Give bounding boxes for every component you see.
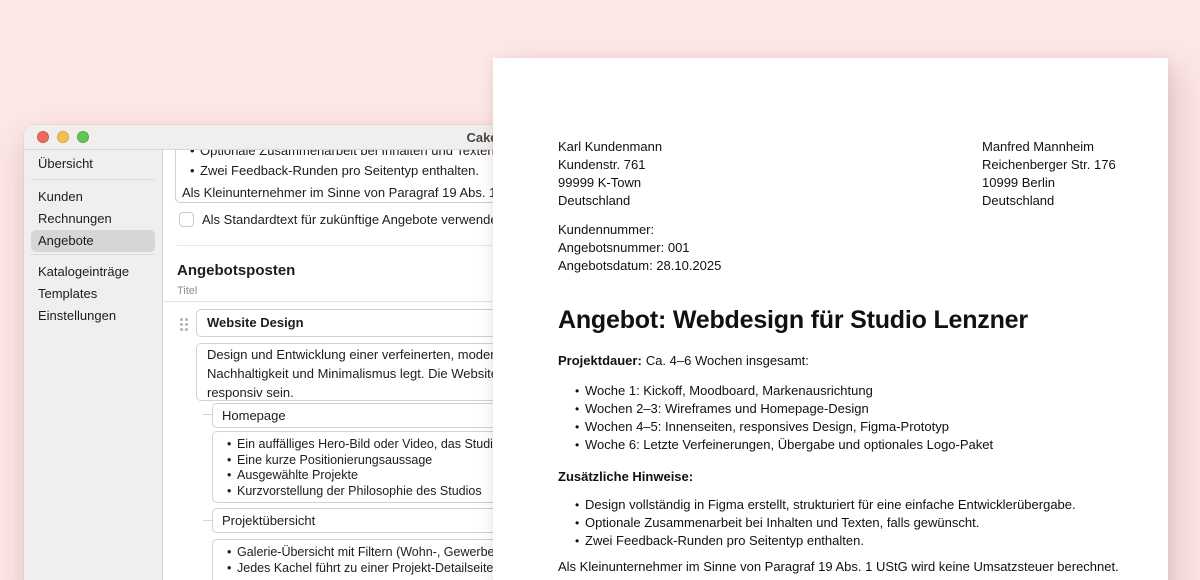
customer-number: Kundennummer: xyxy=(558,221,1118,239)
sidebar-item-einstellungen[interactable]: Einstellungen xyxy=(31,305,155,327)
additional-notes-heading: Zusätzliche Hinweise: xyxy=(558,468,1118,486)
notes-bullet: Optionale Zusammenarbeit bei Inhalten un… xyxy=(575,514,1118,532)
tree-connector xyxy=(203,414,212,415)
sidebar-item-kunden[interactable]: Kunden xyxy=(31,186,155,208)
project-duration-text: Ca. 4–6 Wochen insgesamt: xyxy=(646,353,809,368)
drag-handle-icon[interactable] xyxy=(180,318,183,321)
duration-bullet: Woche 1: Kickoff, Moodboard, Markenausri… xyxy=(575,382,1118,400)
tax-note-paragraph: Als Kleinunternehmer im Sinne von Paragr… xyxy=(558,558,1118,576)
sidebar-item-rechnungen[interactable]: Rechnungen xyxy=(31,208,155,230)
recipient-address: Karl Kundenmann Kundenstr. 761 99999 K-T… xyxy=(558,138,982,210)
recipient-line: Kundenstr. 761 xyxy=(558,156,982,174)
duration-bullet: Wochen 2–3: Wireframes und Homepage-Desi… xyxy=(575,400,1118,418)
sidebar-item-angebote[interactable]: Angebote xyxy=(31,230,155,252)
recipient-line: Karl Kundenmann xyxy=(558,138,982,156)
sidebar-divider xyxy=(31,254,155,255)
sender-address: Manfred Mannheim Reichenberger Str. 176 … xyxy=(982,138,1116,210)
sidebar-item-templates[interactable]: Templates xyxy=(31,283,155,305)
notes-bullet-list: Design vollständig in Figma erstellt, st… xyxy=(558,496,1118,550)
default-text-checkbox[interactable] xyxy=(179,212,194,227)
project-duration-paragraph: Projektdauer: Ca. 4–6 Wochen insgesamt: xyxy=(558,352,1118,370)
project-duration-label: Projektdauer: xyxy=(558,353,642,368)
section-heading-angebotsposten: Angebotsposten xyxy=(177,262,295,280)
sidebar: Übersicht Kunden Rechnungen Angebote Kat… xyxy=(24,150,163,580)
sender-line: Deutschland xyxy=(982,192,1116,210)
default-text-checkbox-label: Als Standardtext für zukünftige Angebote… xyxy=(202,212,505,227)
sidebar-item-uebersicht[interactable]: Übersicht xyxy=(31,153,155,175)
column-label-titel: Titel xyxy=(177,285,197,298)
zoom-button[interactable] xyxy=(77,131,89,143)
duration-bullet: Woche 6: Letzte Verfeinerungen, Übergabe… xyxy=(575,436,1118,454)
traffic-lights xyxy=(37,131,89,143)
address-block: Karl Kundenmann Kundenstr. 761 99999 K-T… xyxy=(558,138,1118,210)
default-text-checkbox-row: Als Standardtext für zukünftige Angebote… xyxy=(179,212,505,227)
sender-line: 10999 Berlin xyxy=(982,174,1116,192)
recipient-line: Deutschland xyxy=(558,192,982,210)
document-meta: Kundennummer: Angebotsnummer: 001 Angebo… xyxy=(558,221,1118,275)
minimize-button[interactable] xyxy=(57,131,69,143)
sidebar-divider xyxy=(31,179,155,180)
offer-number: Angebotsnummer: 001 xyxy=(558,239,1118,257)
recipient-line: 99999 K-Town xyxy=(558,174,982,192)
sidebar-item-katalogeintraege[interactable]: Katalogeinträge xyxy=(31,261,155,283)
document-title: Angebot: Webdesign für Studio Lenzner xyxy=(558,303,1118,337)
offer-document-preview: Karl Kundenmann Kundenstr. 761 99999 K-T… xyxy=(493,58,1168,580)
tree-connector xyxy=(203,520,212,521)
duration-bullet: Wochen 4–5: Innenseiten, responsives Des… xyxy=(575,418,1118,436)
close-button[interactable] xyxy=(37,131,49,143)
notes-bullet: Design vollständig in Figma erstellt, st… xyxy=(575,496,1118,514)
offer-date: Angebotsdatum: 28.10.2025 xyxy=(558,257,1118,275)
sender-line: Reichenberger Str. 176 xyxy=(982,156,1116,174)
desktop: { "colors": { "background_pink": "#fde8e… xyxy=(0,0,1200,580)
sender-line: Manfred Mannheim xyxy=(982,138,1116,156)
duration-bullet-list: Woche 1: Kickoff, Moodboard, Markenausri… xyxy=(558,382,1118,454)
notes-bullet: Zwei Feedback-Runden pro Seitentyp entha… xyxy=(575,532,1118,550)
